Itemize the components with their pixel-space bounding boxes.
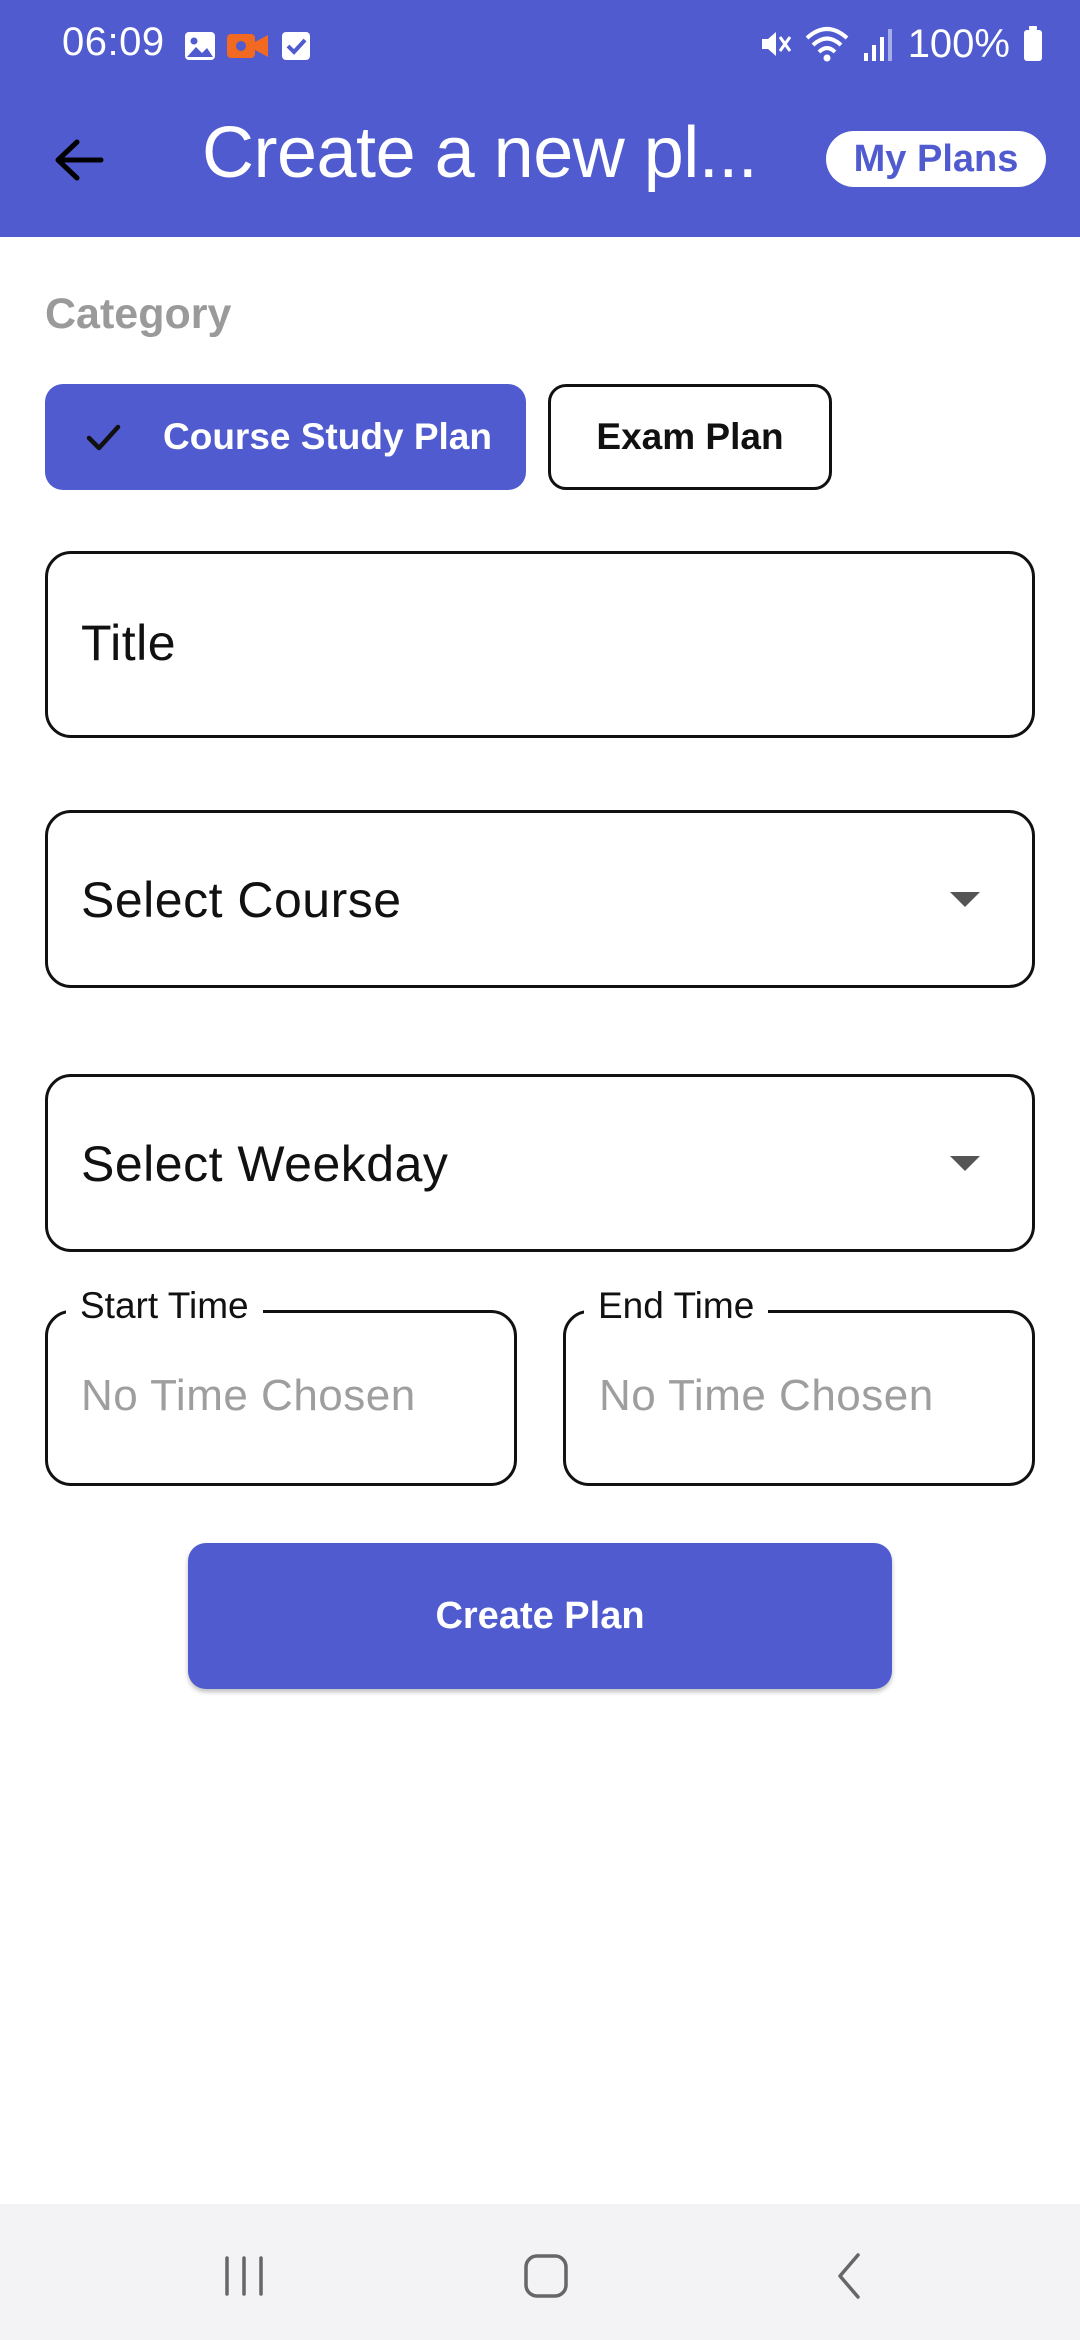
start-time-value: No Time Chosen [81, 1371, 416, 1420]
chip-label: Course Study Plan [163, 416, 492, 457]
my-plans-button[interactable]: My Plans [826, 131, 1046, 187]
back-icon [838, 2253, 860, 2299]
weekday-select-label: Select Weekday [81, 1136, 449, 1192]
status-bar: 06:09 100% [0, 0, 1080, 90]
create-plan-button[interactable]: Create Plan [188, 1543, 892, 1689]
page-title: Create a new pl... [202, 113, 758, 193]
course-select[interactable]: Select Course [45, 810, 1035, 988]
end-time-value: No Time Chosen [599, 1371, 934, 1420]
home-button[interactable] [506, 2240, 586, 2312]
status-right-group: 100% [758, 20, 1044, 68]
arrow-left-icon [55, 139, 104, 181]
start-time-field[interactable]: Start Time No Time Chosen [45, 1285, 517, 1486]
signal-icon [863, 29, 892, 61]
battery-icon [1024, 26, 1042, 61]
video-record-icon [227, 34, 268, 58]
chip-exam-plan[interactable]: Exam Plan [548, 384, 832, 490]
chip-label: Exam Plan [596, 416, 784, 457]
checkbox-icon [282, 32, 310, 60]
chip-course-study-plan[interactable]: Course Study Plan [45, 384, 526, 490]
dropdown-arrow-icon [950, 892, 980, 907]
title-placeholder: Title [81, 615, 177, 671]
home-icon [524, 2254, 568, 2298]
title-input[interactable]: Title [45, 551, 1035, 738]
category-label: Category [45, 290, 232, 338]
dropdown-arrow-icon [950, 1156, 980, 1171]
end-time-field[interactable]: End Time No Time Chosen [563, 1285, 1035, 1486]
battery-percentage: 100% [907, 21, 1010, 66]
start-time-label: Start Time [66, 1285, 263, 1327]
wifi-icon [805, 27, 849, 62]
weekday-select[interactable]: Select Weekday [45, 1074, 1035, 1252]
app-bar: 06:09 100% Create a new pl... My Plans [0, 0, 1080, 237]
recent-apps-icon [225, 2256, 263, 2296]
back-button[interactable] [44, 128, 114, 192]
course-select-label: Select Course [81, 872, 402, 928]
gallery-icon [185, 32, 215, 60]
check-icon [86, 424, 121, 451]
end-time-label: End Time [584, 1285, 769, 1327]
nav-back-button[interactable] [810, 2240, 890, 2312]
recent-apps-button[interactable] [204, 2240, 284, 2312]
mute-icon [761, 32, 791, 56]
status-time: 06:09 [62, 20, 165, 64]
system-nav-bar [0, 2204, 1080, 2340]
